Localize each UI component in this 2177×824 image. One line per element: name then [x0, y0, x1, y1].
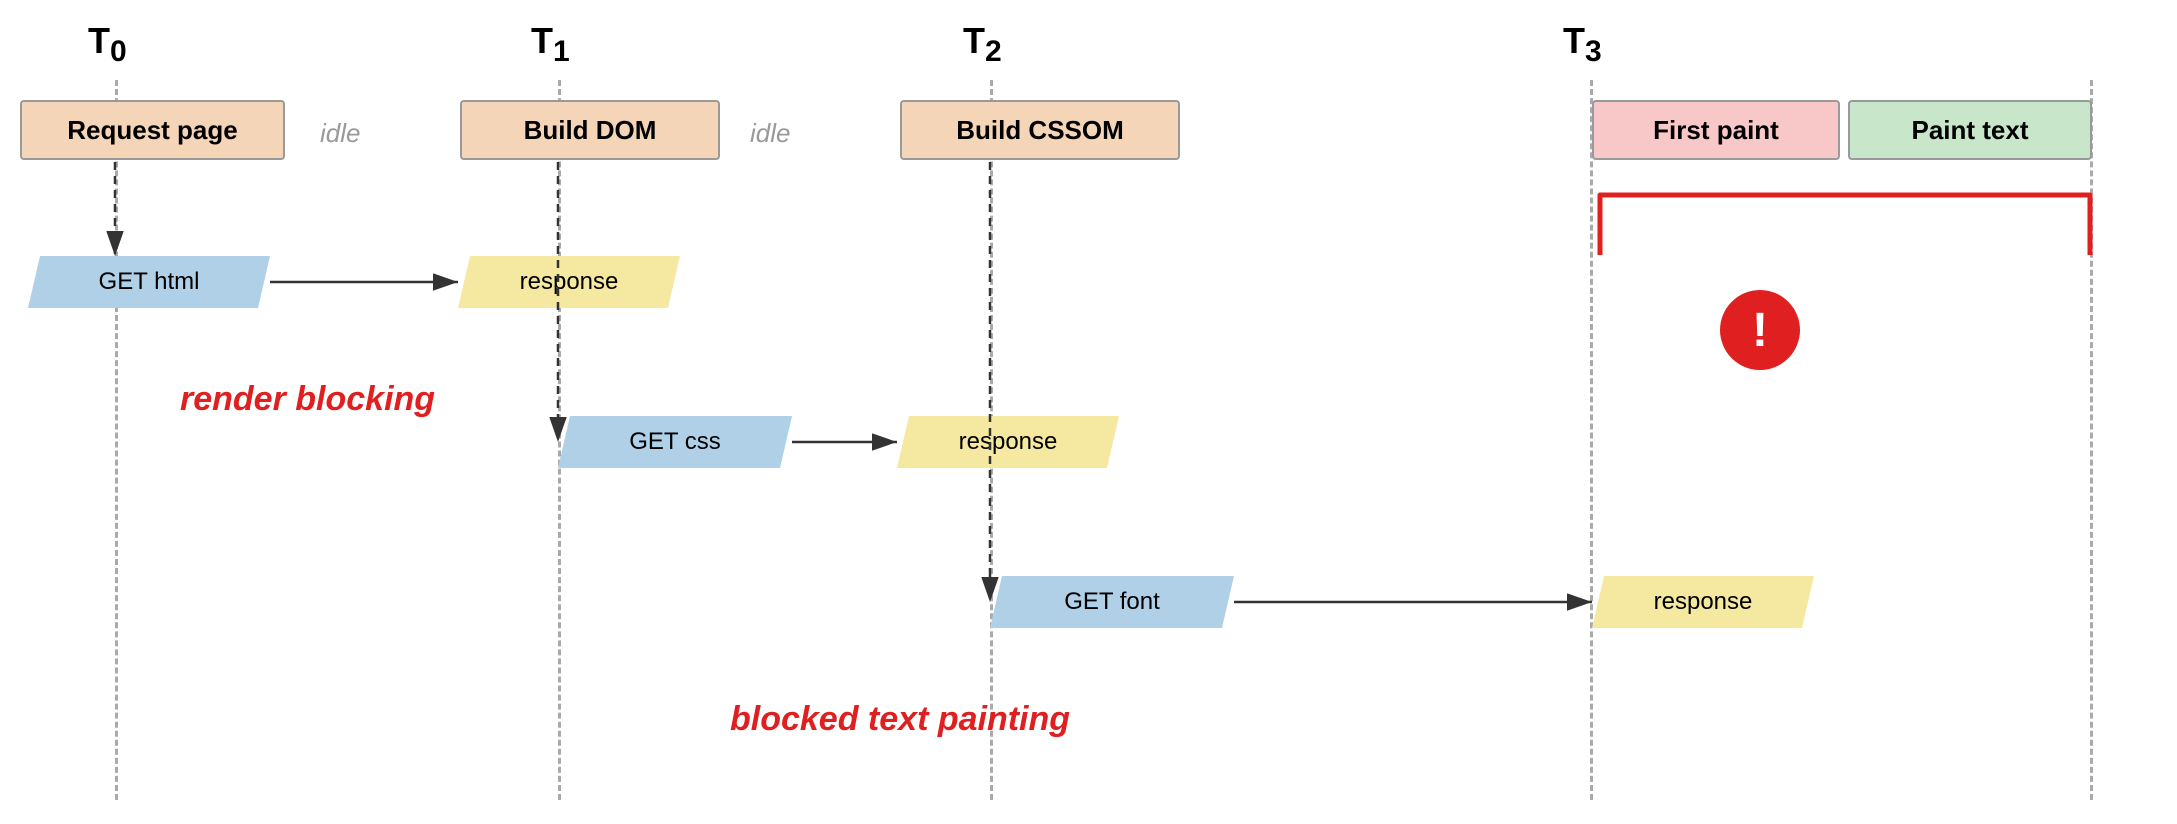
idle-label-2: idle — [750, 118, 790, 149]
subscript-1: 1 — [553, 35, 570, 68]
subscript-2: 2 — [985, 35, 1002, 68]
render-blocking-label: render blocking — [180, 380, 435, 419]
box-get-font: GET font — [990, 576, 1234, 628]
box-build-cssom: Build CSSOM — [900, 100, 1180, 160]
box-get-html: GET html — [28, 256, 270, 308]
time-label-t2: T2 — [963, 20, 1002, 69]
idle-label-1: idle — [320, 118, 360, 149]
red-bracket — [1590, 175, 2100, 255]
time-label-t3: T3 — [1563, 20, 1602, 69]
diagram: T0 T1 T2 T3 Request page Build DOM Build… — [0, 0, 2177, 824]
time-label-t0: T0 — [88, 20, 127, 69]
box-first-paint: First paint — [1592, 100, 1840, 160]
box-response-font: response — [1592, 576, 1814, 628]
blocked-text-painting-label: blocked text painting — [730, 700, 1070, 739]
box-request-page: Request page — [20, 100, 285, 160]
box-response-css: response — [897, 416, 1119, 468]
box-build-dom: Build DOM — [460, 100, 720, 160]
box-response-html: response — [458, 256, 680, 308]
vline-t0 — [115, 80, 118, 800]
vline-t1 — [558, 80, 561, 800]
vline-t4 — [2090, 80, 2093, 800]
vline-t3 — [1590, 80, 1593, 800]
error-circle: ! — [1720, 290, 1800, 370]
box-get-css: GET css — [558, 416, 792, 468]
box-paint-text: Paint text — [1848, 100, 2092, 160]
subscript-3: 3 — [1585, 35, 1602, 68]
time-label-t1: T1 — [531, 20, 570, 69]
subscript-0: 0 — [110, 35, 127, 68]
